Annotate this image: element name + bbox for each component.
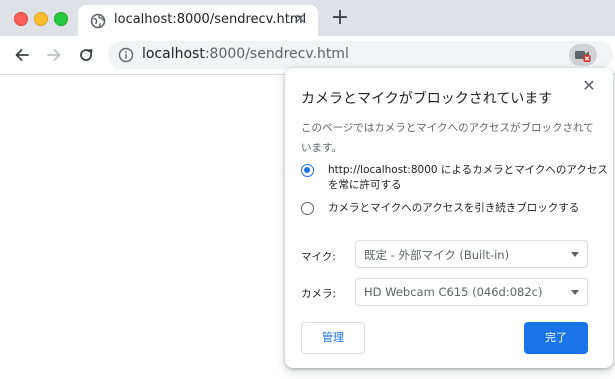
back-arrow-icon[interactable] — [12, 45, 32, 65]
forward-arrow-icon[interactable] — [44, 45, 64, 65]
block-option-label: カメラとマイクへのアクセスを引き続きブロックする — [328, 202, 580, 214]
maximize-window-button[interactable] — [54, 12, 68, 26]
allow-option-label: http://localhost:8000 によるカメラとマイクへのアクセスを常… — [328, 164, 608, 191]
permission-popup: カメラとマイクがブロックされています ✕ このページではカメラとマイクへのアクセ… — [285, 68, 613, 368]
chevron-down-icon — [571, 252, 579, 257]
mic-select-value: 既定 - 外部マイク (Built-in) — [364, 248, 510, 262]
mic-select[interactable]: 既定 - 外部マイク (Built-in) — [355, 240, 588, 268]
address-bar[interactable]: localhost:8000/sendrecv.html — [108, 41, 613, 69]
chevron-down-icon — [571, 290, 579, 295]
popup-title: カメラとマイクがブロックされています — [301, 91, 553, 107]
done-button[interactable]: 完了 — [524, 322, 588, 354]
close-icon[interactable]: ✕ — [581, 78, 597, 94]
popup-description: このページではカメラとマイクへのアクセスがブロックされています。 — [301, 122, 594, 154]
mic-label: マイク: — [301, 251, 336, 263]
close-window-button[interactable] — [14, 12, 28, 26]
url-text: localhost:8000/sendrecv.html — [142, 46, 349, 62]
minimize-window-button[interactable] — [34, 12, 48, 26]
info-icon[interactable] — [118, 47, 134, 63]
camera-select[interactable]: HD Webcam C615 (046d:082c) — [355, 278, 588, 306]
browser-window: localhost:8000/sendrecv.html ✕ + localho… — [0, 0, 615, 379]
camera-blocked-icon[interactable] — [569, 44, 597, 66]
camera-select-value: HD Webcam C615 (046d:082c) — [364, 285, 543, 299]
reload-icon[interactable] — [76, 45, 96, 65]
tab-close-icon[interactable]: ✕ — [292, 12, 308, 28]
camera-label: カメラ: — [301, 288, 337, 300]
new-tab-button[interactable]: + — [330, 7, 350, 29]
manage-button[interactable]: 管理 — [301, 322, 365, 354]
tab-strip: localhost:8000/sendrecv.html ✕ + — [0, 0, 615, 36]
allow-radio[interactable] — [301, 164, 314, 177]
browser-tab[interactable]: localhost:8000/sendrecv.html ✕ — [78, 5, 318, 36]
globe-icon — [90, 13, 106, 29]
tab-title: localhost:8000/sendrecv.html — [114, 12, 307, 27]
block-radio[interactable] — [301, 202, 314, 215]
url-path: :8000/sendrecv.html — [204, 46, 349, 62]
url-host: localhost — [142, 46, 205, 62]
